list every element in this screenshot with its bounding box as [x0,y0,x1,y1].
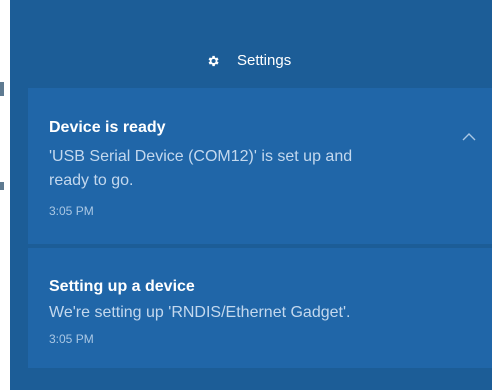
notification-title: Device is ready [49,119,166,136]
settings-link[interactable]: Settings [206,52,291,69]
notification-setting-up-device[interactable]: Setting up a device We're setting up 'RN… [28,248,492,368]
notification-body-line: 'USB Serial Device (COM12)' is set up an… [49,148,353,165]
notification-device-ready[interactable]: Device is ready 'USB Serial Device (COM1… [28,88,492,244]
gear-icon [206,54,220,68]
action-center-panel: Settings Device is ready 'USB Serial Dev… [10,0,492,390]
background-window-edge [0,82,4,96]
notification-title: Setting up a device [49,278,195,295]
notification-body: 'USB Serial Device (COM12)' is set up an… [49,145,352,193]
notification-time: 3:05 PM [49,204,94,218]
notification-body-line: ready to go. [49,172,134,189]
settings-bar: Settings [10,0,492,88]
settings-label: Settings [237,52,292,69]
background-window-edge [0,182,4,190]
chevron-up-icon [460,130,478,147]
collapse-button[interactable] [460,130,478,142]
notification-time: 3:05 PM [49,332,94,346]
notification-body: We're setting up 'RNDIS/Ethernet Gadget'… [49,304,351,321]
